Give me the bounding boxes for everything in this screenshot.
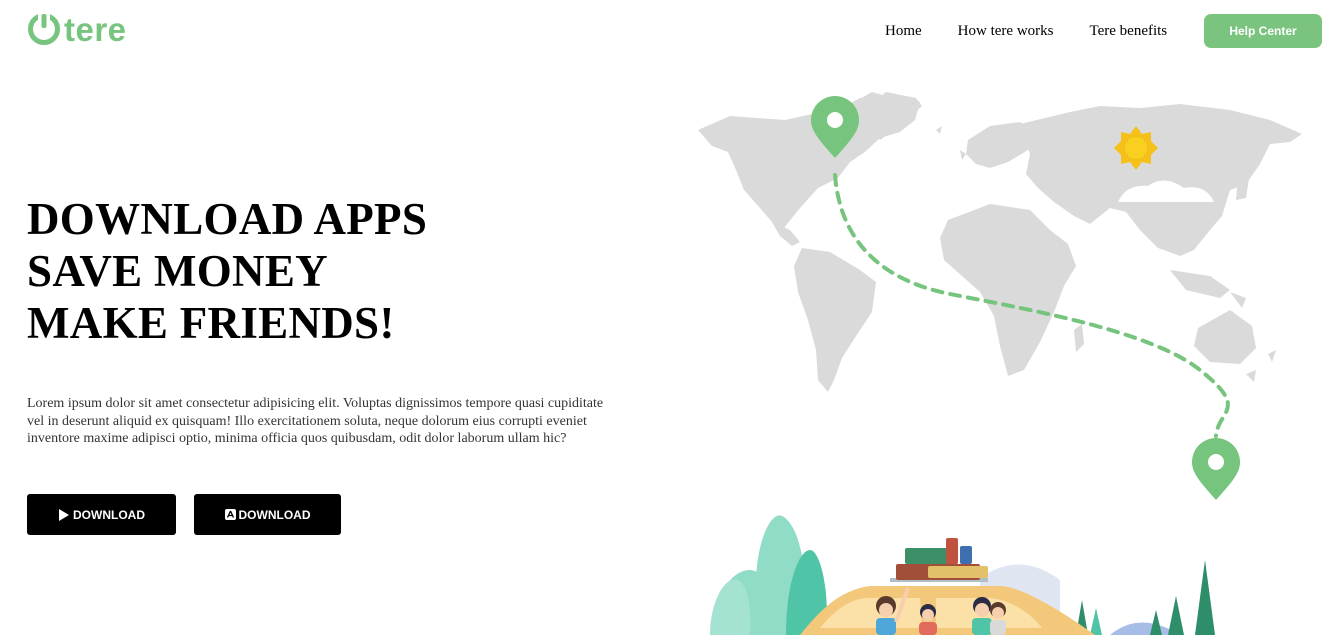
hero-illustration <box>698 92 1302 635</box>
download-button-label: DOWNLOAD <box>238 507 311 522</box>
main-nav: Home How tere works Tere benefits <box>885 22 1203 40</box>
headline-line: SAVE MONEY <box>27 246 328 296</box>
download-button-label: DOWNLOAD <box>73 507 145 522</box>
download-button-play-store[interactable]: DOWNLOAD <box>27 494 176 535</box>
nav-home[interactable]: Home <box>885 22 922 40</box>
headline-line: DOWNLOAD APPS <box>27 194 428 244</box>
nav-tere-benefits[interactable]: Tere benefits <box>1089 22 1167 40</box>
logo[interactable]: tere <box>27 12 127 46</box>
play-store-icon <box>58 508 70 521</box>
download-button-app-store[interactable]: DOWNLOAD <box>194 494 341 535</box>
app-store-icon <box>224 509 236 520</box>
location-pin-icon <box>1192 438 1240 500</box>
brand-name: tere <box>64 10 127 48</box>
headline-line: MAKE FRIENDS! <box>27 298 395 348</box>
power-icon <box>28 12 60 45</box>
world-map <box>698 92 1302 392</box>
nav-how-tere-works[interactable]: How tere works <box>958 22 1054 40</box>
hero-headline: DOWNLOAD APPS SAVE MONEY MAKE FRIENDS! <box>27 193 427 349</box>
hero-description: Lorem ipsum dolor sit amet consectetur a… <box>27 396 604 446</box>
help-center-button[interactable]: Help Center <box>1204 14 1322 48</box>
